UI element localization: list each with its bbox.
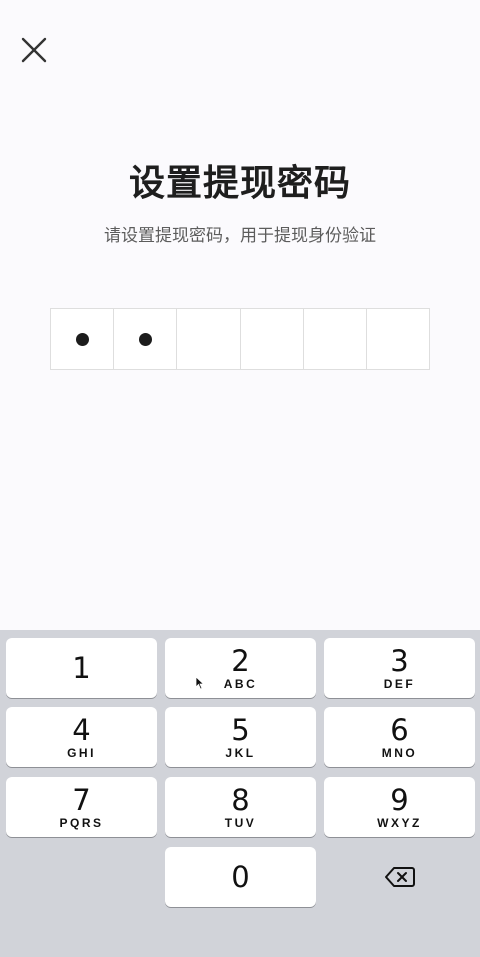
- page-title: 设置提现密码: [128, 163, 351, 204]
- page-subtitle: 请设置提现密码，用于提现身份验证: [104, 226, 376, 246]
- pin-cell-2: [114, 309, 178, 369]
- key-letters: GHI: [67, 746, 96, 760]
- key-letters: ABC: [223, 677, 258, 691]
- pin-cell-3: [177, 309, 241, 369]
- pin-cell-4: [241, 309, 304, 369]
- key-3[interactable]: 3 DEF: [324, 638, 475, 698]
- key-digit: 3: [390, 644, 409, 678]
- pin-dot: [138, 332, 152, 346]
- key-8[interactable]: 8 TUV: [165, 777, 316, 837]
- key-digit: 1: [72, 651, 91, 685]
- backspace-button[interactable]: [324, 847, 475, 907]
- key-digit: 5: [231, 713, 250, 747]
- pin-dot: [75, 332, 89, 346]
- key-letters: MNO: [381, 746, 418, 760]
- mouse-pointer-icon: [195, 676, 205, 690]
- key-digit: 6: [390, 713, 409, 747]
- key-6[interactable]: 6 MNO: [324, 707, 475, 767]
- key-5[interactable]: 5 JKL: [165, 707, 316, 767]
- key-letters: JKL: [225, 746, 256, 760]
- backspace-icon: [384, 867, 415, 887]
- key-letters: WXYZ: [377, 816, 422, 830]
- key-7[interactable]: 7 PQRS: [6, 777, 157, 837]
- key-letters: TUV: [224, 816, 257, 830]
- key-2[interactable]: 2 ABC: [165, 638, 316, 698]
- key-digit: 9: [390, 783, 409, 817]
- key-letters: DEF: [383, 677, 416, 691]
- key-1[interactable]: 1: [6, 638, 157, 698]
- key-0[interactable]: 0: [165, 847, 316, 907]
- close-icon: [21, 37, 47, 63]
- close-button[interactable]: [16, 32, 52, 68]
- key-9[interactable]: 9 WXYZ: [324, 777, 475, 837]
- key-digit: 2: [231, 644, 250, 678]
- key-digit: 4: [72, 713, 91, 747]
- key-letters: PQRS: [59, 816, 104, 830]
- pin-cell-1: [51, 309, 115, 369]
- numeric-keypad: 1 2 ABC 3 DEF 4 GHI 5 JKL 6 MNO 7 PQRS 8…: [0, 630, 480, 957]
- pin-cell-6: [367, 309, 429, 369]
- key-digit: 8: [231, 783, 250, 817]
- key-4[interactable]: 4 GHI: [6, 707, 157, 767]
- pin-input[interactable]: [50, 308, 430, 370]
- pin-cell-5: [304, 309, 367, 369]
- key-digit: 0: [231, 860, 250, 894]
- key-digit: 7: [72, 783, 91, 817]
